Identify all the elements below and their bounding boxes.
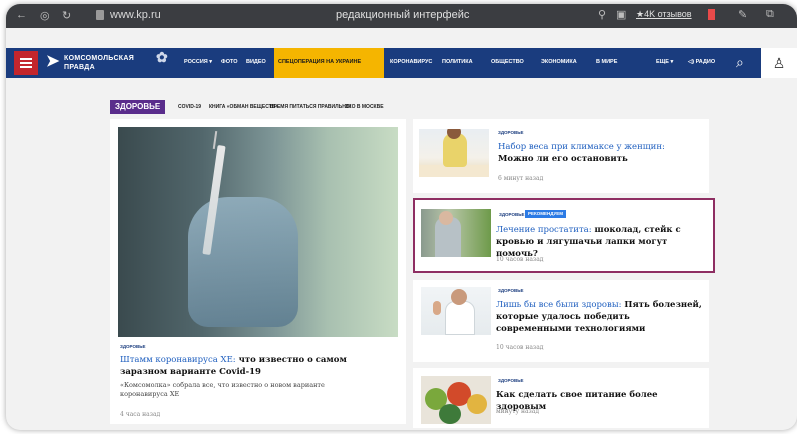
back-icon[interactable]: ← <box>16 9 27 21</box>
nav-item-radio[interactable]: ◁) РАДИО <box>688 59 715 65</box>
article-thumbnail[interactable] <box>419 129 489 177</box>
browser-toolbar: ← ◎ ↻ www.kp.ru редакционный интерфейс ⚲… <box>6 4 797 28</box>
article-tag[interactable]: ЗДОРОВЬЕ <box>498 288 523 293</box>
browser-window: ← ◎ ↻ www.kp.ru редакционный интерфейс ⚲… <box>6 4 797 430</box>
extensions-icon[interactable]: ⧉ <box>766 8 774 21</box>
article-card[interactable]: ЗДОРОВЬЕ Лишь бы все были здоровы: Пять … <box>413 280 709 362</box>
crumb-eco-moscow[interactable]: ЭКО В МОСКВЕ <box>345 104 384 110</box>
article-time: 4 часа назад <box>120 411 161 418</box>
site-navigation: ➤ КОМСОМОЛЬСКАЯ ПРАВДА ✿ РОССИЯ ▾ ФОТО В… <box>6 48 797 78</box>
reviews-link[interactable]: ★4K отзывов <box>636 9 692 20</box>
nav-item-coronavirus[interactable]: КОРОНАВИРУС <box>390 59 432 65</box>
order-medal-icon: ✿ <box>156 49 169 65</box>
lock-icon <box>96 10 104 20</box>
hero-headline[interactable]: Штамм коронавируса XE: что известно о са… <box>120 354 390 378</box>
bookmark-icon[interactable] <box>708 9 715 20</box>
article-time: 6 минут назад <box>498 175 544 182</box>
nav-item-economy[interactable]: ЭКОНОМИКА <box>541 59 577 65</box>
hero-lead: «Комсомолка» собрала все, что известно о… <box>120 381 325 398</box>
article-headline[interactable]: Набор веса при климаксе у женщин: Можно … <box>498 141 703 165</box>
nav-item-society[interactable]: ОБЩЕСТВО <box>491 59 524 65</box>
lock-shield-icon[interactable]: ▣ <box>616 8 626 21</box>
article-card[interactable]: ЗДОРОВЬЕ Как сделать свое питание более … <box>413 368 709 428</box>
article-thumbnail[interactable] <box>421 287 491 335</box>
crumb-book[interactable]: КНИГА «ОБМАН ВЕЩЕСТВ» <box>209 104 278 110</box>
search-icon[interactable]: ⌕ <box>736 54 744 71</box>
user-icon[interactable]: ♙ <box>761 48 797 78</box>
article-tag[interactable]: ЗДОРОВЬЕ <box>498 378 523 383</box>
nav-item-photo[interactable]: ФОТО <box>221 59 237 65</box>
hamburger-menu-button[interactable] <box>14 51 38 75</box>
crumb-covid[interactable]: COVID-19 <box>178 104 201 110</box>
section-title[interactable]: ЗДОРОВЬЕ <box>110 100 166 114</box>
nav-item-special-operation[interactable]: СПЕЦОПЕРАЦИЯ НА УКРАИНЕ <box>278 59 361 65</box>
nav-item-more[interactable]: ЕЩЕ ▾ <box>656 59 673 65</box>
article-headline[interactable]: Лишь бы все были здоровы: Пять болезней,… <box>496 299 706 335</box>
pen-icon[interactable]: ✎ <box>738 8 747 21</box>
article-card[interactable]: ЗДОРОВЬЕ Набор веса при климаксе у женщи… <box>413 119 709 193</box>
article-thumbnail[interactable] <box>421 376 491 424</box>
tab-title: редакционный интерфейс <box>336 9 470 21</box>
logo-arrow-icon: ➤ <box>46 53 60 70</box>
article-time: минуту назад <box>496 408 540 415</box>
key-icon[interactable]: ⚲ <box>598 8 606 21</box>
address-bar[interactable]: www.kp.ru <box>110 9 161 21</box>
nav-item-russia[interactable]: РОССИЯ ▾ <box>184 59 212 65</box>
hero-article-card[interactable]: ЗДОРОВЬЕ Штамм коронавируса XE: что изве… <box>110 119 406 424</box>
home-icon[interactable]: ◎ <box>40 9 50 22</box>
hero-image[interactable] <box>118 127 398 337</box>
selection-highlight <box>413 198 715 273</box>
reload-icon[interactable]: ↻ <box>62 9 71 22</box>
nav-item-world[interactable]: В МИРЕ <box>596 59 617 65</box>
nav-item-politics[interactable]: ПОЛИТИКА <box>442 59 473 65</box>
nav-item-video[interactable]: ВИДЕО <box>246 59 266 65</box>
article-time: 10 часов назад <box>496 344 544 351</box>
article-tag[interactable]: ЗДОРОВЬЕ <box>498 130 523 135</box>
article-tag[interactable]: ЗДОРОВЬЕ <box>120 344 145 349</box>
crumb-nutrition[interactable]: ВРЕМЯ ПИТАТЬСЯ ПРАВИЛЬНО! <box>270 104 351 110</box>
